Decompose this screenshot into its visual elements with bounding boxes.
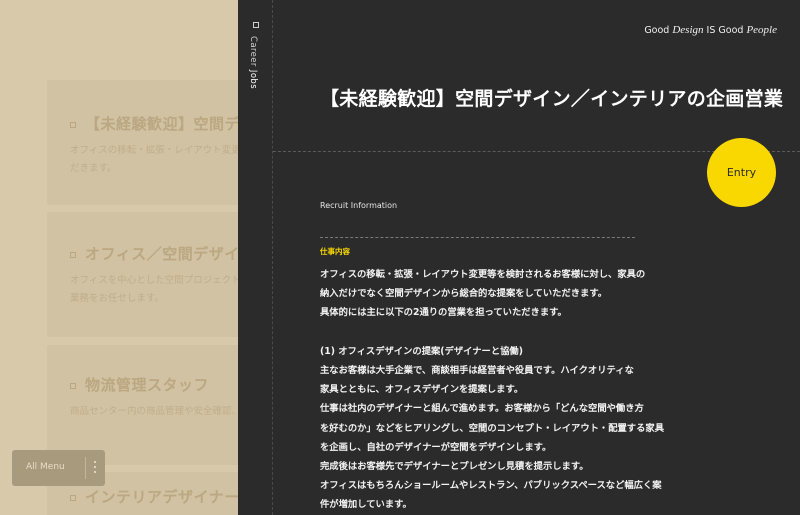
entry-button[interactable]: Entry: [707, 138, 776, 207]
square-icon: [70, 494, 76, 501]
description-line: [320, 323, 640, 342]
divider: [85, 457, 86, 479]
square-icon: [70, 121, 76, 128]
square-icon: [70, 251, 76, 258]
description-line: (1) オフィスデザインの提案(デザイナーと協働): [320, 345, 523, 357]
description-line: 家具とともに、オフィスデザインを提案します。: [320, 384, 524, 396]
site-tagline: Good Design IS Good People: [644, 24, 777, 36]
page-title: 【未経験歓迎】空間デザイン／インテリアの企画営業: [320, 88, 784, 110]
job-card-title[interactable]: 【未経験歓迎】空間デザイ: [70, 113, 238, 134]
description-line: 具体的には主に以下の2通りの営業を担っていただきます。: [320, 307, 567, 319]
description-line: 主なお客様は大手企業で、商談相手は経営者や役員です。ハイクオリティな: [320, 364, 634, 376]
breadcrumb[interactable]: Career Jobs: [248, 36, 258, 89]
background-job-list: 【未経験歓迎】空間デザイ オフィスの移転・拡張・レイアウト変更等をだきます。 オ…: [0, 0, 238, 515]
description-line: 納入だけでなく空間デザインから総合的な提案をしていただきます。: [320, 288, 607, 300]
job-detail-panel: Career Jobs Good Design IS Good People 【…: [238, 0, 800, 515]
all-menu-label: All Menu: [26, 462, 65, 472]
job-card-title[interactable]: 物流管理スタッフ: [70, 374, 209, 395]
job-card-description: 商品センター内の商品管理や安全確認、: [70, 406, 238, 417]
subsection-heading: 仕事内容: [320, 247, 350, 256]
description-line: を好むのか」などをヒアリングし、空間のコンセプト・レイアウト・配置する家具: [320, 422, 664, 434]
more-vertical-icon: [92, 461, 98, 475]
section-heading: Recruit Information: [320, 201, 398, 210]
side-rail: Career Jobs: [238, 0, 273, 515]
description-line: を企画し、自社のデザイナーが空間をデザインします。: [320, 441, 552, 453]
job-card-description: オフィスを中心とした空間プロジェクトに 業務をお任せします。: [70, 275, 238, 304]
job-card-description: オフィスの移転・拡張・レイアウト変更等をだきます。: [70, 145, 238, 174]
breadcrumb-current: Jobs: [248, 69, 258, 90]
description-line: オフィスの移転・拡張・レイアウト変更等を検討されるお客様に対し、家具の: [320, 269, 646, 280]
job-description: オフィスの移転・拡張・レイアウト変更等を検討されるお客様に対し、家具の 納入だけ…: [320, 265, 664, 514]
description-line: 件が増加しています。: [320, 499, 412, 511]
description-line: 仕事は社内のデザイナーと組んで進めます。お客様から「どんな空間や働き方: [320, 403, 644, 415]
job-card-title[interactable]: インテリアデザイナー: [70, 486, 238, 507]
all-menu-button[interactable]: All Menu: [12, 450, 105, 486]
job-card-title[interactable]: オフィス／空間デザインの: [70, 243, 238, 264]
description-line: オフィスはもちろんショールームやレストラン、パブリックスペースなど幅広く案: [320, 480, 662, 492]
square-icon: [253, 22, 259, 28]
square-icon: [70, 382, 76, 389]
description-line: 完成後はお客様先でデザイナーとプレゼンし見積を提示します。: [320, 460, 589, 472]
divider: [320, 237, 635, 238]
